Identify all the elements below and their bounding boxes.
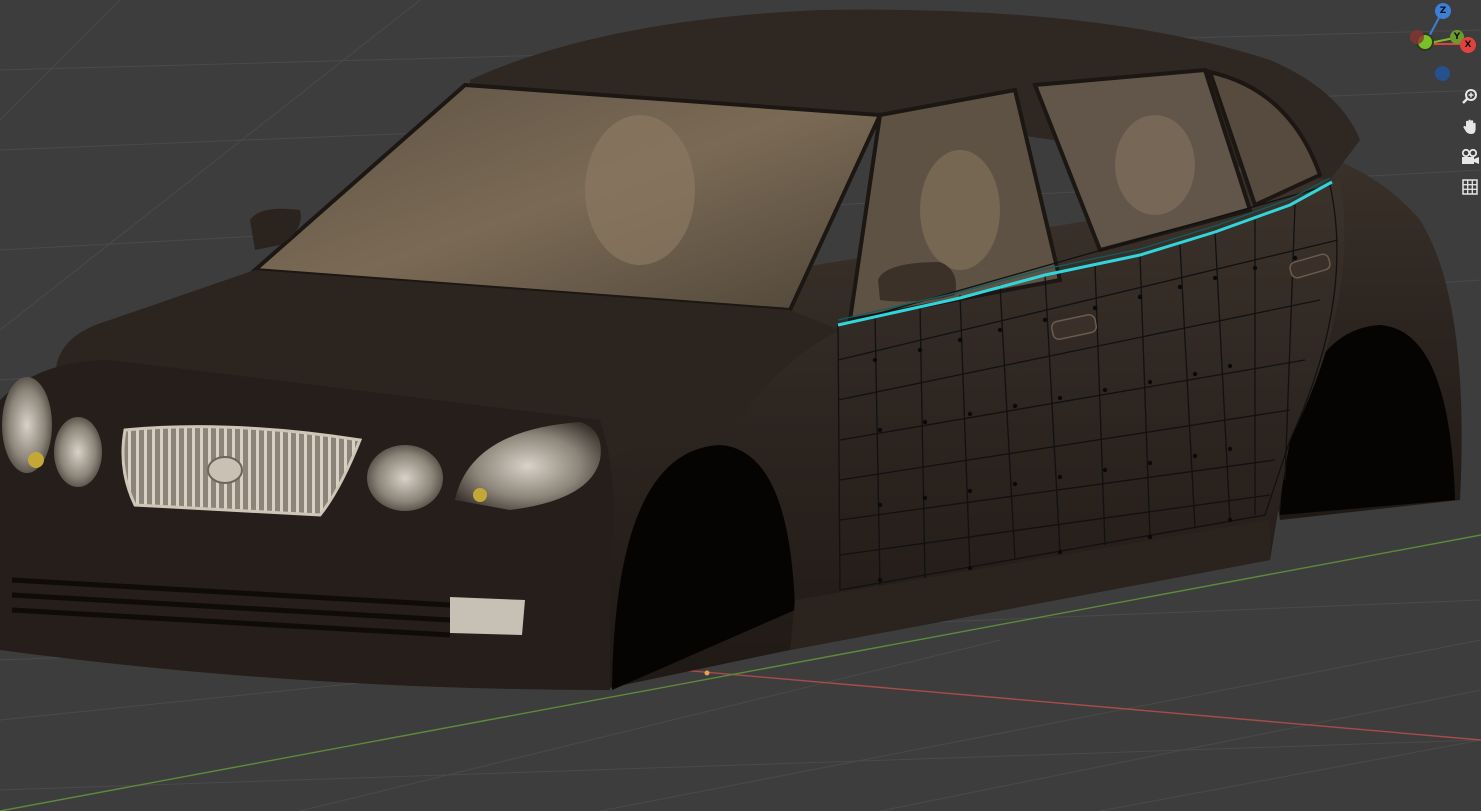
pan-button[interactable] [1458, 114, 1481, 140]
headlight-right-inner [367, 445, 443, 511]
gizmo-x-axis[interactable]: X [1460, 37, 1476, 53]
hand-icon [1462, 119, 1476, 134]
headlight-left-outer [2, 377, 52, 473]
gizmo-neg-z-axis[interactable] [1435, 66, 1450, 81]
windshield [250, 82, 884, 313]
origin-point [704, 670, 710, 676]
fog-light [450, 597, 525, 635]
camera-view-button[interactable] [1458, 144, 1481, 170]
viewport-navigation-tools [1458, 84, 1481, 204]
x-axis-line [589, 661, 1481, 741]
grid-icon [1461, 179, 1478, 195]
zoom-icon [1461, 89, 1477, 104]
logo-emblem [207, 456, 243, 484]
navigation-gizmo[interactable]: Z Y X [1404, 0, 1481, 84]
perspective-toggle-button[interactable] [1458, 174, 1481, 200]
gizmo-neg-x-axis[interactable] [1410, 30, 1424, 44]
car-model[interactable] [0, 9, 1462, 690]
headlight-left-inner [54, 417, 102, 487]
3d-viewport[interactable] [0, 0, 1481, 811]
camera-icon [1461, 148, 1479, 164]
gizmo-z-axis[interactable]: Z [1435, 3, 1451, 19]
zoom-button[interactable] [1458, 84, 1481, 110]
